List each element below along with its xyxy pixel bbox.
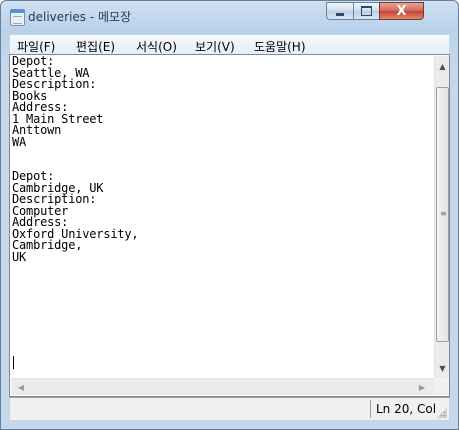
- menu-view[interactable]: 보기(V): [195, 38, 235, 55]
- title-bar[interactable]: deliveries - 메모장 X: [1, 1, 458, 31]
- menu-file[interactable]: 파일(F): [17, 38, 55, 55]
- vertical-scrollbar[interactable]: ▲ ≡ ▼: [434, 56, 449, 378]
- menu-format[interactable]: 서식(O): [136, 38, 177, 55]
- text-line: WA: [12, 134, 27, 149]
- text-line: Description:: [12, 77, 97, 91]
- text-line: [12, 263, 430, 275]
- resize-grip-icon[interactable]: [437, 408, 447, 418]
- scrollbar-corner: [434, 378, 449, 395]
- text-line: Anttown: [12, 123, 62, 137]
- minimize-icon: [336, 12, 344, 16]
- text-line: 1 Main Street: [12, 111, 104, 126]
- minimize-button[interactable]: [326, 2, 354, 20]
- menu-edit[interactable]: 편집(E): [76, 38, 115, 55]
- vertical-scroll-thumb[interactable]: ≡: [436, 87, 449, 342]
- window-title: deliveries - 메모장: [28, 10, 132, 24]
- scroll-left-icon[interactable]: ◀: [13, 379, 29, 395]
- status-divider: [370, 400, 371, 418]
- close-button[interactable]: X: [379, 2, 424, 20]
- scroll-right-icon[interactable]: ▶: [414, 379, 430, 395]
- text-caret: [13, 356, 14, 369]
- grip-icon: ≡: [440, 209, 447, 218]
- text-line: Description:: [12, 192, 97, 206]
- text-line: UK: [12, 249, 27, 264]
- text-line: Books: [12, 88, 48, 103]
- notepad-icon[interactable]: [10, 9, 25, 26]
- horizontal-scrollbar[interactable]: ◀ ▶: [11, 378, 434, 395]
- scroll-down-icon[interactable]: ▼: [435, 360, 450, 376]
- menu-bar: 파일(F) 편집(E) 서식(O) 보기(V) 도움말(H): [9, 34, 450, 54]
- text-line: [12, 275, 430, 287]
- editor-content[interactable]: Depot: Seattle, WA Description: Books Addres…: [12, 56, 430, 376]
- status-bar: Ln 20, Col: [9, 397, 450, 421]
- text-line: [12, 148, 430, 160]
- text-editor[interactable]: Depot: Seattle, WA Description: Books Addres…: [9, 54, 450, 397]
- text-line: Cambridge,: [12, 238, 83, 252]
- text-line: [12, 160, 430, 172]
- scroll-up-icon[interactable]: ▲: [435, 58, 450, 74]
- menu-help[interactable]: 도움말(H): [254, 38, 306, 55]
- maximize-icon: [361, 6, 372, 16]
- text-line: Computer: [12, 203, 69, 218]
- maximize-button[interactable]: [353, 2, 380, 20]
- cursor-position: Ln 20, Col: [376, 402, 437, 416]
- notepad-window: deliveries - 메모장 X 파일(F) 편집(E) 서식(O) 보기(…: [0, 0, 459, 430]
- close-icon: X: [396, 3, 407, 19]
